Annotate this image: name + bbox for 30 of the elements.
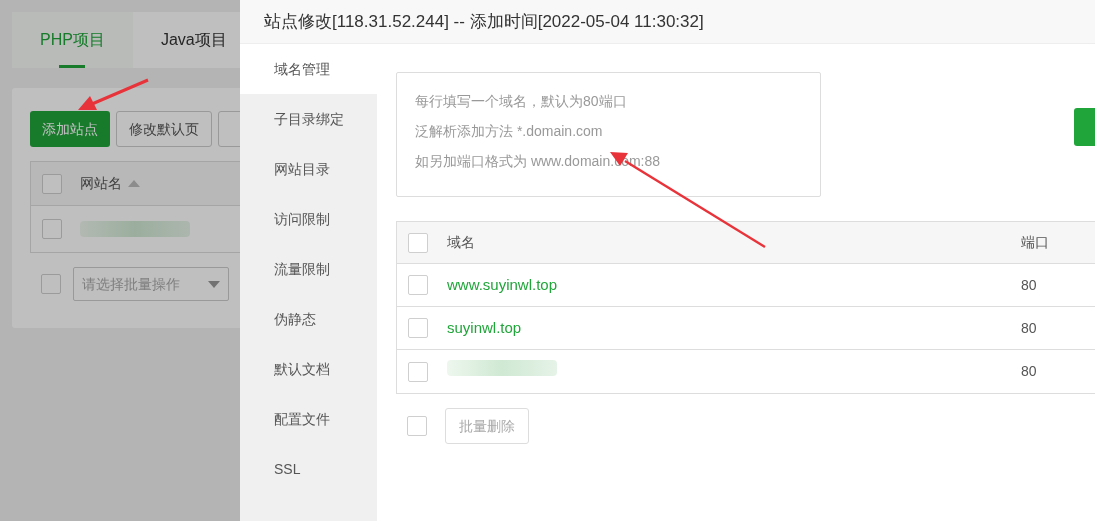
column-header: 域名 <box>447 233 476 252</box>
sidebar-item[interactable]: 流量限制 <box>240 244 377 294</box>
sidebar-item[interactable]: 默认文档 <box>240 344 377 394</box>
checkbox[interactable] <box>408 232 428 253</box>
checkbox[interactable] <box>408 318 428 338</box>
toolbar-button[interactable]: 修改默认页 <box>116 111 212 147</box>
checkbox[interactable] <box>408 275 428 295</box>
placeholder-text: 泛解析添加方法 *.domain.com <box>415 122 603 141</box>
placeholder-text: 每行填写一个域名，默认为80端口 <box>415 92 627 111</box>
table-cell-text: 80 <box>1021 318 1038 338</box>
table-cell-text: 80 <box>1021 275 1038 295</box>
table-cell-text: 80 <box>1021 362 1038 381</box>
sidebar-item[interactable]: 子目录绑定 <box>240 94 377 144</box>
sidebar-item[interactable]: 伪静态 <box>240 294 377 344</box>
checkbox[interactable] <box>41 274 61 294</box>
checkbox[interactable] <box>42 173 62 194</box>
sidebar-item[interactable]: 网站目录 <box>240 144 377 194</box>
column-header: 端口 <box>1021 233 1050 252</box>
sidebar-item[interactable]: 域名管理 <box>240 44 377 94</box>
checkbox[interactable] <box>408 361 428 382</box>
annotation-arrow <box>78 78 149 110</box>
sidebar-item[interactable]: SSL <box>240 444 377 494</box>
checkbox[interactable] <box>42 219 62 239</box>
dialog-title: 站点修改[118.31.52.244] -- 添加时间[2022-05-04 11:30:32] <box>240 0 1095 44</box>
add-button[interactable] <box>1074 108 1095 146</box>
sidebar-item[interactable]: 访问限制 <box>240 194 377 244</box>
caret-icon <box>208 280 220 288</box>
column-header[interactable]: 网站名 <box>80 173 140 194</box>
sort-up-icon <box>128 180 140 187</box>
sidebar-item[interactable]: 配置文件 <box>240 394 377 444</box>
